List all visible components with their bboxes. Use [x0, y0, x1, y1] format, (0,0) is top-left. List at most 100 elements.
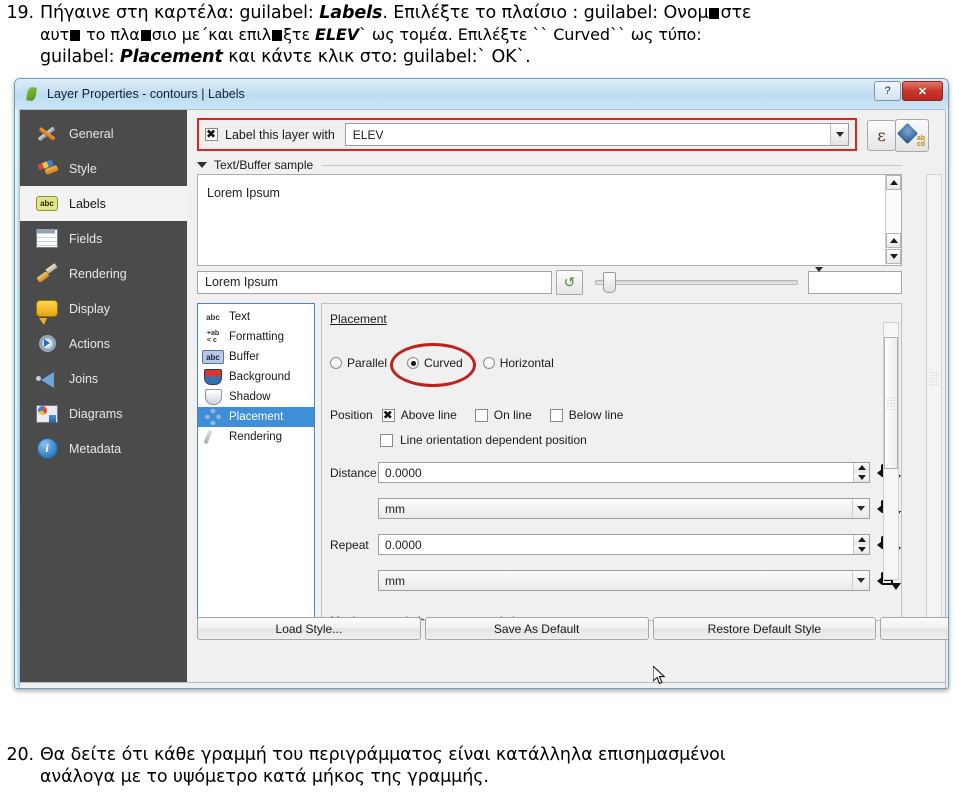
save-style-button[interactable]: Save Style	[880, 617, 948, 640]
placement-scrollbar[interactable]	[883, 322, 899, 580]
sidebar-item-rendering[interactable]: Rendering	[20, 256, 187, 291]
stepper-up-icon[interactable]	[854, 463, 869, 473]
stepper-up-icon[interactable]	[854, 535, 869, 545]
layer-properties-window: Layer Properties - contours | Labels ? ✕…	[14, 78, 949, 689]
sidebar-item-actions[interactable]: Actions	[20, 326, 187, 361]
list-item-label: Buffer	[229, 351, 260, 363]
group-divider	[322, 164, 902, 166]
caption-bottom-text-1: Θα δείτε ότι κάθε γραμμή του περιγράμματ…	[40, 745, 726, 765]
list-item-buffer[interactable]: abc Buffer	[198, 347, 314, 367]
list-item-shadow[interactable]: Shadow	[198, 387, 314, 407]
sample-controls-row: Lorem Ipsum ↺	[197, 266, 902, 295]
sample-text-input[interactable]: Lorem Ipsum	[197, 270, 553, 294]
orientation-option-row: Line orientation dependent position	[380, 433, 587, 447]
label-this-layer-checkbox[interactable]	[205, 127, 218, 141]
help-titlebar-button[interactable]: ?	[874, 81, 901, 101]
save-as-default-button[interactable]: Save As Default	[424, 617, 649, 640]
label-this-layer-text: Label this layer with	[225, 127, 335, 142]
checkbox-on-line[interactable]	[474, 408, 488, 422]
checkbox-above-line[interactable]	[381, 408, 395, 422]
caption-bottom-line-1: 20. Θα δείτε ότι κάθε γραμμή του περιγρά…	[0, 744, 959, 766]
list-item-rendering[interactable]: Rendering	[198, 427, 314, 447]
placement-dots-icon	[202, 409, 224, 425]
close-icon[interactable]: ✕	[902, 81, 943, 101]
list-item-label: Shadow	[229, 391, 271, 403]
chevron-down-icon[interactable]	[852, 571, 869, 590]
repeat-unit-value: mm	[385, 573, 405, 588]
radio-curved[interactable]	[407, 357, 420, 369]
restore-default-style-button[interactable]: Restore Default Style	[652, 617, 877, 640]
chevron-down-icon[interactable]	[852, 499, 869, 518]
radio-horizontal[interactable]	[482, 357, 495, 369]
sidebar-item-label: Labels	[69, 196, 106, 211]
window-title: Layer Properties - contours | Labels	[47, 87, 245, 101]
repeat-stepper[interactable]	[853, 535, 869, 554]
chevron-down-icon[interactable]	[814, 266, 823, 289]
sidebar-item-style[interactable]: Style	[20, 151, 187, 186]
sample-zoom-slider[interactable]	[593, 271, 798, 294]
step-number-20: 20.	[6, 745, 34, 765]
radio-horizontal-label: Horizontal	[499, 356, 554, 370]
distance-label: Distance	[330, 465, 377, 480]
caption-bottom-text-2: ανάλογα με το υψόμετρο κατά μήκος της γρ…	[40, 767, 489, 787]
checkbox-line-orientation[interactable]	[380, 433, 393, 447]
labels-settings-split: abc Text +ab < c Formatting abc Buffer Ba…	[197, 303, 902, 621]
distance-unit-value: mm	[385, 501, 405, 516]
repeat-unit-row: mm	[330, 570, 901, 591]
distance-unit-row: mm	[330, 498, 901, 519]
text-buffer-sample-header[interactable]: Text/Buffer sample	[197, 158, 902, 172]
abc-label-icon: abc	[36, 193, 58, 215]
sidebar-item-joins[interactable]: Joins	[20, 361, 187, 396]
distance-unit-combo[interactable]: mm	[378, 498, 870, 519]
render-brush-icon	[202, 429, 224, 445]
sidebar-item-label: Diagrams	[69, 406, 123, 421]
list-item-background[interactable]: Background	[198, 367, 314, 387]
list-item-placement[interactable]: Placement	[198, 407, 314, 427]
scroll-up-icon[interactable]	[886, 175, 901, 190]
load-style-button[interactable]: Load Style...	[197, 617, 421, 640]
sidebar-item-display[interactable]: Display	[20, 291, 187, 326]
sidebar-item-label: Metadata	[69, 441, 122, 456]
stepper-down-icon[interactable]	[854, 472, 869, 482]
sidebar-item-labels[interactable]: abc Labels	[20, 186, 187, 221]
sample-scale-combo[interactable]	[807, 266, 902, 294]
radio-parallel[interactable]	[330, 357, 342, 369]
radio-curved-label: Curved	[424, 356, 463, 370]
placement-scroll-thumb[interactable]	[884, 337, 898, 469]
repeat-input[interactable]: 0.0000	[378, 534, 870, 555]
sidebar-item-general[interactable]: General	[20, 116, 187, 151]
checkbox-below-line[interactable]	[549, 408, 563, 422]
list-item-text[interactable]: abc Text	[198, 307, 314, 327]
slider-knob[interactable]	[602, 271, 616, 293]
labels-pane-scrollbar[interactable]	[926, 174, 942, 621]
style-buttons-row: Load Style... Save As Default Restore De…	[193, 617, 948, 640]
stepper-down-icon[interactable]	[854, 544, 869, 554]
label-field-combo[interactable]: ELEV	[344, 123, 849, 146]
window-controls: ? ✕	[874, 81, 943, 101]
window-titlebar[interactable]: Layer Properties - contours | Labels ? ✕	[15, 79, 948, 109]
distance-input[interactable]: 0.0000	[378, 462, 870, 483]
list-item-formatting[interactable]: +ab < c Formatting	[198, 327, 314, 347]
sidebar-item-metadata[interactable]: i Metadata	[20, 431, 187, 466]
sidebar-item-diagrams[interactable]: Diagrams	[20, 396, 187, 431]
text-buffer-sample-label: Text/Buffer sample	[214, 158, 314, 172]
placement-settings-panel: Placement Parallel Curved Horizontal Pos…	[321, 303, 902, 621]
speech-bubble-icon	[36, 298, 58, 320]
dialog-footer: OK Cancel Apply Help	[19, 683, 946, 688]
distance-stepper[interactable]	[853, 463, 869, 482]
sample-scrollbar[interactable]	[885, 175, 901, 265]
sidebar-item-fields[interactable]: Fields	[20, 221, 187, 256]
missing-glyph-box	[140, 30, 151, 41]
repeat-unit-combo[interactable]: mm	[378, 570, 870, 591]
caption-guilabel-placement: Placement	[119, 47, 223, 67]
expression-button[interactable]: ε	[867, 120, 896, 151]
chevron-down-icon[interactable]	[830, 124, 848, 145]
caption-line-1: 19. Πήγαινε στη καρτέλα: guilabel: Label…	[0, 2, 959, 24]
placement-mode-radios: Parallel Curved Horizontal	[330, 356, 574, 370]
revert-icon[interactable]: ↺	[556, 269, 583, 295]
data-defined-override-icon[interactable]: ab cd	[895, 119, 929, 152]
scroll-up-icon-2[interactable]	[886, 233, 901, 248]
scroll-down-icon[interactable]	[886, 249, 901, 264]
caption-guilabel-labels: Labels	[319, 3, 383, 23]
instruction-step-19: 19. Πήγαινε στη καρτέλα: guilabel: Label…	[0, 2, 959, 68]
